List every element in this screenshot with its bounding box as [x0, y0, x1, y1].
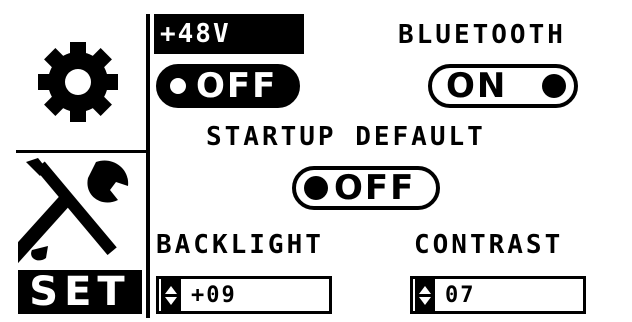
backlight-value: +09 [191, 282, 237, 308]
toggle-knob-icon [166, 74, 190, 98]
settings-tab[interactable] [22, 26, 134, 138]
contrast-stepper[interactable]: 07 [410, 276, 586, 314]
set-mode-badge: SET [18, 270, 142, 314]
backlight-label: BACKLIGHT [156, 230, 324, 260]
phantom-power-toggle[interactable]: OFF [156, 64, 300, 108]
startup-default-toggle[interactable]: OFF [292, 166, 440, 210]
up-down-arrows-icon [161, 279, 181, 311]
sidebar-divider [16, 150, 148, 153]
contrast-value: 07 [445, 282, 476, 308]
bluetooth-toggle[interactable]: ON [428, 64, 578, 108]
startup-default-label: STARTUP DEFAULT [206, 122, 486, 152]
up-down-arrows-icon [415, 279, 435, 311]
startup-default-state: OFF [334, 168, 416, 208]
gear-icon [38, 42, 118, 122]
toggle-knob-icon [542, 74, 566, 98]
sidebar-vertical-divider [146, 14, 150, 318]
toggle-knob-icon [304, 176, 328, 200]
backlight-stepper[interactable]: +09 [156, 276, 332, 314]
bluetooth-label: BLUETOOTH [398, 20, 566, 50]
tools-tab[interactable] [6, 156, 138, 265]
wrench-screwdriver-icon [6, 158, 129, 265]
voltage-badge: +48V [154, 14, 304, 54]
bluetooth-state: ON [446, 66, 508, 106]
phantom-power-state: OFF [196, 66, 278, 106]
contrast-label: CONTRAST [414, 230, 564, 260]
